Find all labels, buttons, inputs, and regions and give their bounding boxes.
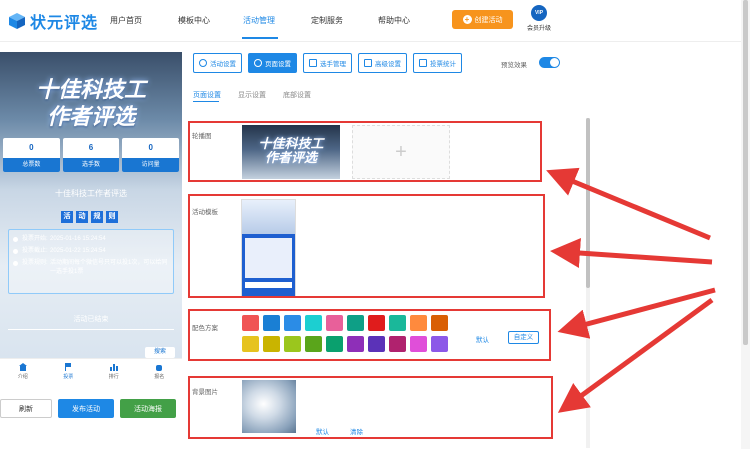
- arrow-to-colors: [557, 287, 716, 339]
- arrow-to-template: [550, 238, 713, 268]
- annotation-arrows: [546, 167, 716, 413]
- arrow-to-background: [557, 297, 714, 413]
- arrow-to-carousel: [546, 167, 711, 241]
